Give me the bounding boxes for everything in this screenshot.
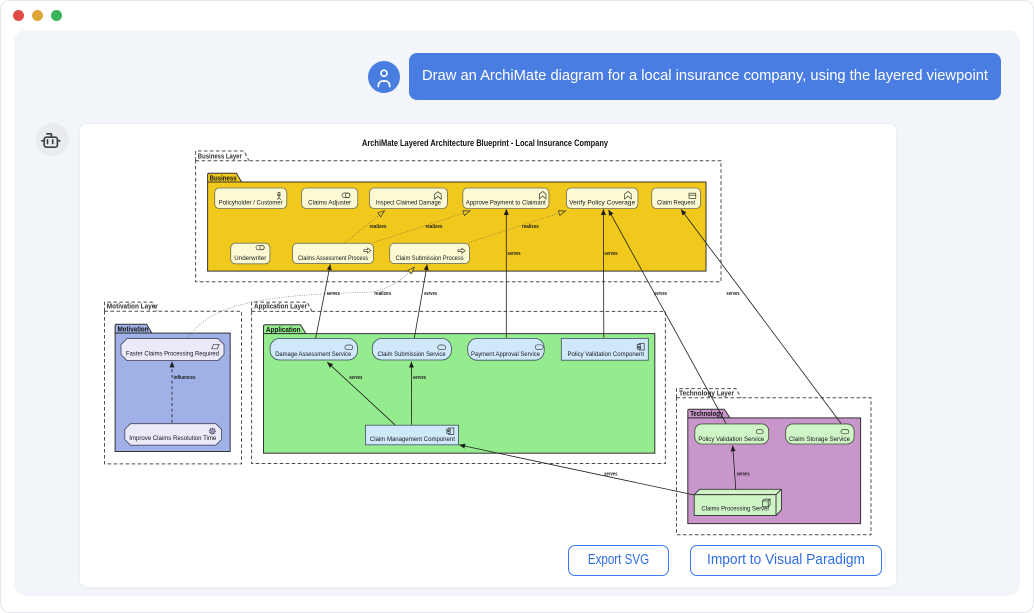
svg-text:Claims Assessment Process: Claims Assessment Process [298,255,368,262]
svg-text:Application: Application [266,327,301,334]
svg-text:Claims Adjuster: Claims Adjuster [308,199,352,206]
svg-text:serves: serves [349,375,362,381]
svg-text:Import to Visual Paradigm: Import to Visual Paradigm [707,552,865,568]
svg-text:serves: serves [737,471,750,477]
svg-text:Verify Policy Coverage: Verify Policy Coverage [569,199,635,206]
svg-text:Payment Approval Service: Payment Approval Service [471,351,540,358]
svg-text:Damage Assessment Service: Damage Assessment Service [275,351,351,358]
svg-text:serves: serves [604,251,617,257]
svg-text:Underwriter: Underwriter [234,255,267,262]
svg-text:Claim Submission Process: Claim Submission Process [396,255,464,262]
svg-text:realizes: realizes [374,291,391,297]
svg-text:realizes: realizes [426,224,443,230]
svg-text:Motivation: Motivation [118,326,149,333]
svg-text:ArchiMate Layered Architecture: ArchiMate Layered Architecture Blueprint… [362,138,608,148]
svg-text:influences: influences [174,375,196,381]
svg-text:Draw an ArchiMate diagram for: Draw an ArchiMate diagram for a local in… [422,68,988,84]
svg-text:Application Layer: Application Layer [254,304,307,311]
svg-text:Business Layer: Business Layer [198,153,242,160]
svg-text:Approve Payment to Claimant: Approve Payment to Claimant [466,199,546,206]
svg-text:Claim Submission Service: Claim Submission Service [378,351,446,358]
svg-text:realizes: realizes [522,224,539,230]
svg-text:serves: serves [654,291,667,297]
svg-text:serves: serves [726,291,739,297]
svg-text:Improve Claims Resolution Time: Improve Claims Resolution Time [129,435,216,442]
svg-text:serves: serves [604,471,617,477]
svg-text:Claim Storage Service: Claim Storage Service [789,436,850,443]
svg-text:Technology Layer: Technology Layer [679,390,734,397]
svg-text:Policy Validation Service: Policy Validation Service [698,436,764,443]
svg-text:Business: Business [210,175,237,182]
svg-text:Policyholder / Customer: Policyholder / Customer [219,199,284,206]
svg-text:realizes: realizes [370,224,387,230]
svg-text:Claims Processing Server: Claims Processing Server [701,505,770,512]
svg-text:Export SVG: Export SVG [588,552,649,568]
svg-text:Technology: Technology [690,411,723,418]
svg-text:Motivation Layer: Motivation Layer [107,304,158,311]
svg-text:Claim Request: Claim Request [657,199,695,206]
svg-text:Faster Claims Processing Requi: Faster Claims Processing Required [126,351,219,358]
svg-text:Inspect Claimed Damage: Inspect Claimed Damage [376,199,441,206]
svg-text:serves: serves [424,291,437,297]
svg-text:serves: serves [327,291,340,297]
svg-text:serves: serves [507,251,520,257]
svg-text:serves: serves [413,375,426,381]
svg-text:Policy Validation Component: Policy Validation Component [568,351,645,358]
svg-text:Claim Management Component: Claim Management Component [370,436,455,443]
